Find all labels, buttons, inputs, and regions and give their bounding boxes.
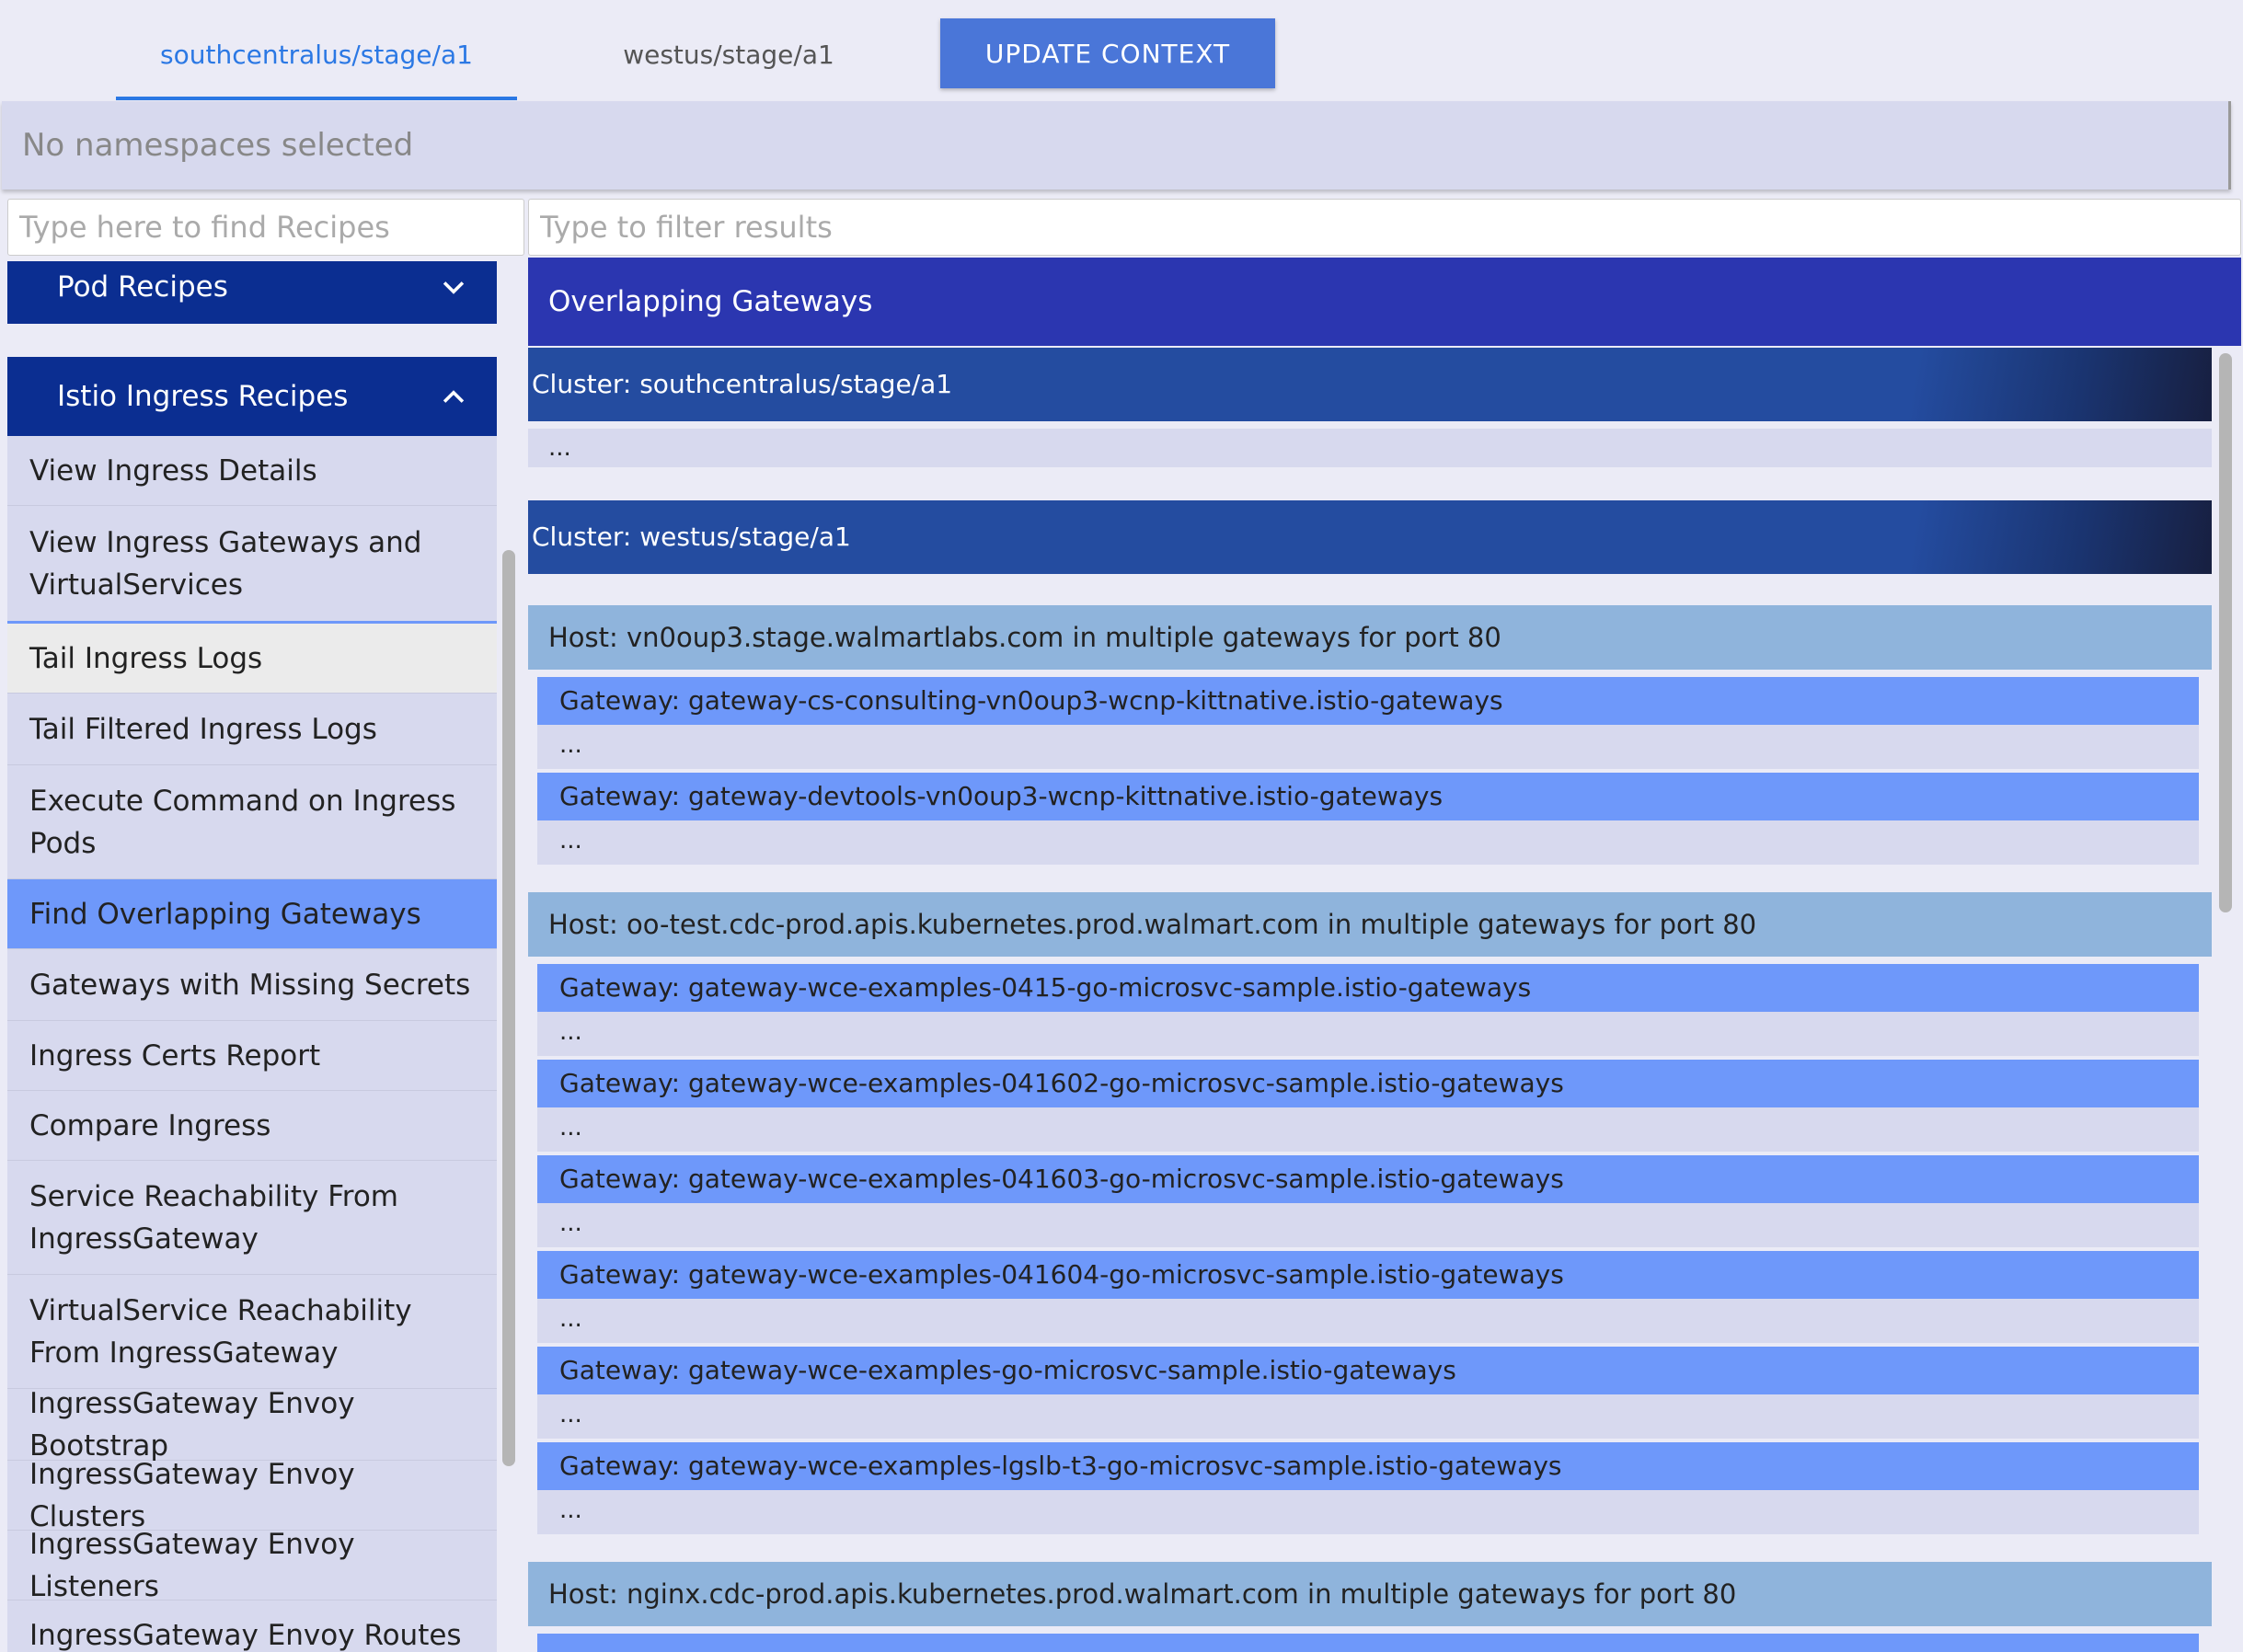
recipe-virtualservice-reachability[interactable]: VirtualService Reachability From Ingress…: [7, 1275, 497, 1389]
recipe-label: Find Overlapping Gateways: [29, 897, 421, 931]
recipe-ingress-certs-report[interactable]: Ingress Certs Report: [7, 1021, 497, 1091]
recipe-tail-filtered-ingress-logs[interactable]: Tail Filtered Ingress Logs: [7, 694, 497, 765]
recipe-compare-ingress[interactable]: Compare Ingress: [7, 1091, 497, 1161]
gateway-details: ...: [537, 1203, 2199, 1247]
category-istio-ingress-recipes[interactable]: Istio Ingress Recipes: [7, 357, 497, 436]
gateway-row: Gateway: gateway-wce-examples-0415-go-mi…: [537, 964, 2199, 1012]
recipe-label: Tail Filtered Ingress Logs: [29, 712, 377, 746]
namespace-placeholder: No namespaces selected: [22, 127, 414, 164]
tab-label: westus/stage/a1: [623, 40, 834, 70]
gateway-details: ...: [537, 1012, 2199, 1056]
cluster-content: ...: [528, 429, 2212, 467]
gateway-row: Gateway: gateway-wce-examples-041602-go-…: [537, 1060, 2199, 1107]
host-header: Host: nginx.cdc-prod.apis.kubernetes.pro…: [528, 1562, 2212, 1626]
tab-label: southcentralus/stage/a1: [160, 40, 473, 70]
gateway-details: ...: [537, 725, 2199, 769]
category-pod-recipes[interactable]: Pod Recipes: [7, 261, 497, 324]
recipe-label: Execute Command on Ingress Pods: [29, 784, 456, 860]
update-context-button[interactable]: UPDATE CONTEXT: [940, 18, 1275, 88]
tab-westus[interactable]: westus/stage/a1: [532, 0, 926, 100]
recipe-execute-command[interactable]: Execute Command on Ingress Pods: [7, 765, 497, 879]
gateway-row: Gateway: gateway-devtools-vn0oup3-wcnp-k…: [537, 773, 2199, 820]
cluster-header: Cluster: southcentralus/stage/a1: [528, 348, 2212, 421]
recipe-label: Compare Ingress: [29, 1108, 271, 1142]
gateway-details: ...: [537, 1107, 2199, 1152]
gateway-row: Gateway: gateway-cs-consulting-vn0oup3-w…: [537, 677, 2199, 725]
category-label: Istio Ingress Recipes: [57, 380, 349, 413]
gateway-row: Gateway: gateway-wce-examples-go-microsv…: [537, 1347, 2199, 1394]
recipe-label: IngressGateway Envoy Routes: [29, 1618, 462, 1652]
recipe-label: IngressGateway Envoy Listeners: [29, 1527, 355, 1603]
recipe-envoy-listeners[interactable]: IngressGateway Envoy Listeners: [7, 1528, 497, 1603]
tab-southcentralus[interactable]: southcentralus/stage/a1: [116, 0, 517, 100]
recipe-view-ingress-details[interactable]: View Ingress Details: [7, 436, 497, 506]
context-tab-bar: southcentralus/stage/a1 westus/stage/a1 …: [0, 0, 2243, 100]
recipe-label: Service Reachability From IngressGateway: [29, 1179, 399, 1256]
results-filter-input[interactable]: [528, 199, 2241, 256]
results-scrollbar[interactable]: [2219, 353, 2232, 912]
gateway-details: ...: [537, 1394, 2199, 1439]
host-header: Host: vn0oup3.stage.walmartlabs.com in m…: [528, 605, 2212, 670]
recipe-find-overlapping-gateways[interactable]: Find Overlapping Gateways: [7, 879, 497, 949]
recipe-search-input[interactable]: [7, 199, 524, 256]
category-label: Pod Recipes: [57, 270, 228, 304]
sidebar-scrollbar[interactable]: [502, 550, 515, 1466]
chevron-up-icon: [443, 390, 465, 403]
gateway-row: Gateway: gateway-wce-examples-lgslb-t3-g…: [537, 1442, 2199, 1490]
host-header: Host: oo-test.cdc-prod.apis.kubernetes.p…: [528, 892, 2212, 957]
recipe-label: View Ingress Details: [29, 453, 317, 488]
recipe-label: Gateways with Missing Secrets: [29, 968, 471, 1002]
active-tab-indicator: [116, 97, 517, 100]
results-title: Overlapping Gateways: [528, 258, 2241, 346]
recipe-gateways-missing-secrets[interactable]: Gateways with Missing Secrets: [7, 949, 497, 1021]
recipe-label: VirtualService Reachability From Ingress…: [29, 1293, 412, 1370]
recipe-label: View Ingress Gateways and VirtualService…: [29, 525, 422, 602]
results-panel: Overlapping Gateways Cluster: southcentr…: [528, 258, 2241, 1652]
gateway-details: ...: [537, 820, 2199, 865]
gateway-row: Gateway: gateway-wce-examples-041604-go-…: [537, 1251, 2199, 1299]
recipe-envoy-bootstrap[interactable]: IngressGateway Envoy Bootstrap: [7, 1387, 497, 1463]
recipe-sidebar: Pod Recipes Istio Ingress Recipes View I…: [7, 261, 497, 1652]
gateway-details: ...: [537, 1490, 2199, 1534]
gateway-details: ...: [537, 1299, 2199, 1343]
namespace-selector[interactable]: No namespaces selected: [2, 101, 2231, 189]
chevron-down-icon: [443, 281, 465, 294]
recipe-service-reachability[interactable]: Service Reachability From IngressGateway: [7, 1161, 497, 1275]
recipe-envoy-routes[interactable]: IngressGateway Envoy Routes: [7, 1600, 497, 1652]
recipe-tail-ingress-logs[interactable]: Tail Ingress Logs: [7, 624, 497, 694]
recipe-label: Ingress Certs Report: [29, 1038, 321, 1073]
recipe-label: Tail Ingress Logs: [29, 641, 263, 675]
recipe-envoy-clusters[interactable]: IngressGateway Envoy Clusters: [7, 1458, 497, 1533]
gateway-row: Gateway: gateway-wce-examples-041603-go-…: [537, 1155, 2199, 1203]
recipe-view-ingress-gateways[interactable]: View Ingress Gateways and VirtualService…: [7, 506, 497, 624]
gateway-row-partial: [537, 1634, 2199, 1652]
cluster-header: Cluster: westus/stage/a1: [528, 500, 2212, 574]
